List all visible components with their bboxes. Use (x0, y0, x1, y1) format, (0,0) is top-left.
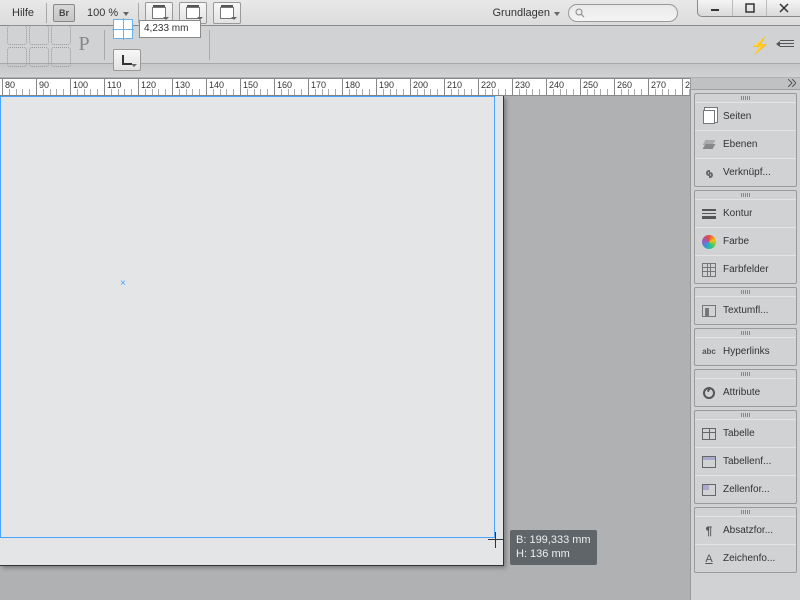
panel-item-swatch[interactable]: Farbe (695, 227, 796, 255)
panel-item-label: Farbe (723, 236, 749, 247)
control-bar: P 4,233 mm ⚡ (0, 26, 800, 64)
pages-icon (701, 109, 717, 125)
tablefmt-icon (701, 454, 717, 470)
workspace-dropdown[interactable]: Grundlagen (487, 5, 563, 21)
stroke-icon (701, 206, 717, 222)
panel-group: Kontur Farbe Farbfelder (694, 190, 797, 284)
cellfmt-icon (701, 482, 717, 498)
panel-item-label: Zellenfor... (723, 484, 770, 495)
width-field[interactable]: 4,233 mm (139, 20, 201, 38)
panel-item-label: Tabellenf... (723, 456, 771, 467)
anchor-point-grid[interactable] (6, 24, 70, 66)
table-icon (701, 426, 717, 442)
paragraph-glyph-icon: P (72, 31, 96, 59)
links-icon (701, 165, 717, 181)
minimize-button[interactable] (698, 0, 732, 16)
swatch-icon (701, 234, 717, 250)
measurement-tooltip: B: 199,333 mm H: 136 mm (510, 530, 597, 565)
panel-item-stroke[interactable]: Kontur (695, 199, 796, 227)
panel-grip[interactable] (695, 191, 796, 199)
frame-icon (113, 19, 133, 39)
panel-item-links[interactable]: Verknüpf... (695, 158, 796, 186)
collapse-panels-button[interactable] (691, 78, 800, 90)
abc-icon: abc (701, 344, 717, 360)
panel-item-label: Hyperlinks (723, 346, 770, 357)
para-icon: ¶ (701, 523, 717, 539)
char-icon: A (701, 551, 717, 567)
panel-item-label: Ebenen (723, 139, 757, 150)
panel-item-label: Attribute (723, 387, 760, 398)
window-controls (697, 0, 800, 17)
selection-rectangle (0, 96, 495, 538)
panel-item-pages[interactable]: Seiten (695, 102, 796, 130)
separator (104, 30, 105, 60)
bridge-button[interactable]: Br (53, 4, 75, 22)
panel-item-grid[interactable]: Farbfelder (695, 255, 796, 283)
crosshair-cursor (488, 532, 504, 548)
document-page[interactable]: × (0, 96, 504, 566)
separator (46, 3, 47, 23)
panel-item-attr[interactable]: Attribute (695, 378, 796, 406)
panel-group: Tabelle Tabellenf... Zellenfor... (694, 410, 797, 504)
search-icon (575, 8, 585, 18)
canvas-area[interactable]: × B: 199,333 mm H: 136 mm (0, 96, 690, 600)
panel-column: Seiten Ebenen Verknüpf... Kontur Farbe Farbfe… (690, 78, 800, 600)
horizontal-ruler[interactable]: 8090100110120130140150160170180190200210… (0, 78, 690, 96)
menu-help[interactable]: Hilfe (6, 4, 40, 22)
panel-group: abc Hyperlinks (694, 328, 797, 366)
panel-group: Seiten Ebenen Verknüpf... (694, 93, 797, 187)
panel-grip[interactable] (695, 411, 796, 419)
panel-item-label: Tabelle (723, 428, 755, 439)
panel-item-label: Textumfl... (723, 305, 769, 316)
maximize-button[interactable] (732, 0, 766, 16)
panel-item-abc[interactable]: abc Hyperlinks (695, 337, 796, 365)
separator (209, 30, 210, 60)
panel-item-label: Farbfelder (723, 264, 769, 275)
panel-item-table[interactable]: Tabelle (695, 419, 796, 447)
search-input[interactable] (568, 4, 678, 22)
close-button[interactable] (766, 0, 800, 16)
panel-item-label: Verknüpf... (723, 167, 771, 178)
panel-item-label: Kontur (723, 208, 752, 219)
panel-group: Attribute (694, 369, 797, 407)
panel-item-tablefmt[interactable]: Tabellenf... (695, 447, 796, 475)
panel-menu-icon[interactable] (780, 38, 794, 50)
panel-item-label: Seiten (723, 111, 751, 122)
selection-origin-marker: × (120, 278, 126, 289)
panel-item-cellfmt[interactable]: Zellenfor... (695, 475, 796, 503)
grid-icon (701, 262, 717, 278)
panel-grip[interactable] (695, 288, 796, 296)
panel-item-char[interactable]: A Zeichenfo... (695, 544, 796, 572)
attr-icon (701, 385, 717, 401)
wrap-icon (701, 303, 717, 319)
arrange-button[interactable] (213, 2, 241, 24)
panel-grip[interactable] (695, 508, 796, 516)
panel-grip[interactable] (695, 94, 796, 102)
panel-group: ¶ Absatzfor... A Zeichenfo... (694, 507, 797, 573)
panel-item-para[interactable]: ¶ Absatzfor... (695, 516, 796, 544)
panel-group: Textumfl... (694, 287, 797, 325)
panel-item-label: Zeichenfo... (723, 553, 775, 564)
quick-apply-icon[interactable]: ⚡ (750, 36, 770, 56)
panel-grip[interactable] (695, 370, 796, 378)
panel-item-layers[interactable]: Ebenen (695, 130, 796, 158)
panel-grip[interactable] (695, 329, 796, 337)
panel-item-label: Absatzfor... (723, 525, 773, 536)
corner-shape-dropdown[interactable] (113, 49, 141, 71)
panel-item-wrap[interactable]: Textumfl... (695, 296, 796, 324)
layers-icon (701, 137, 717, 153)
